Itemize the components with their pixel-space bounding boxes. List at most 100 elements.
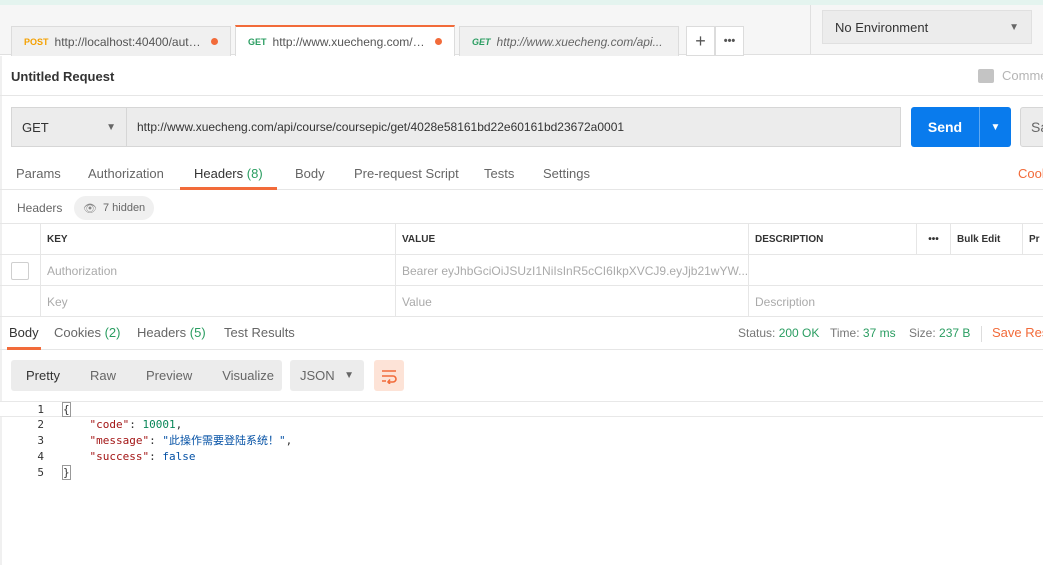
- view-raw-button[interactable]: Raw: [75, 360, 131, 391]
- http-method-value: GET: [22, 119, 49, 135]
- status-label: Status:: [738, 326, 776, 340]
- row-checkbox[interactable]: [11, 261, 29, 280]
- column-description: DESCRIPTION: [748, 224, 916, 255]
- tab-body[interactable]: Body: [295, 158, 325, 190]
- tab-label: Tests: [484, 166, 515, 181]
- presets-link[interactable]: Pr: [1022, 224, 1043, 255]
- add-tab-button[interactable]: +: [686, 26, 715, 56]
- chevron-down-icon: ▼: [344, 370, 354, 381]
- tab-label: Headers: [194, 166, 244, 181]
- tab-response-cookies[interactable]: Cookies (2): [54, 317, 120, 350]
- status-value[interactable]: 200 OK: [779, 326, 820, 340]
- view-pretty-button[interactable]: Pretty: [11, 360, 75, 391]
- eye-icon: 👁: [83, 202, 97, 215]
- status-readout: Status: 200 OK: [738, 317, 819, 349]
- view-mode-group: Pretty Raw Preview Visualize: [11, 360, 282, 391]
- key-placeholder[interactable]: Key: [40, 286, 395, 317]
- tab-method: POST: [24, 36, 49, 47]
- code-token: 10001: [142, 418, 176, 431]
- column-value: VALUE: [395, 224, 748, 255]
- headers-table: KEY VALUE DESCRIPTION ••• Bulk Edit Pr A…: [0, 223, 1043, 317]
- view-visualize-button[interactable]: Visualize: [207, 360, 289, 391]
- tab-response-body[interactable]: Body: [7, 317, 41, 350]
- description-placeholder[interactable]: Description: [748, 286, 1042, 317]
- tab-options-button[interactable]: •••: [715, 26, 744, 56]
- code-token: :: [149, 434, 163, 447]
- save-response-button[interactable]: Save Res: [992, 317, 1043, 349]
- http-method-select[interactable]: GET ▼: [11, 107, 127, 147]
- size-value[interactable]: 237 B: [939, 326, 970, 340]
- header-value-cell[interactable]: Bearer eyJhbGciOiJSUzI1NiIsInR5cCI6IkpXV…: [395, 255, 748, 286]
- url-input[interactable]: [126, 107, 901, 147]
- tab-count: (2): [104, 325, 121, 340]
- headers-label: Headers: [17, 201, 63, 215]
- tab-pre-request-script[interactable]: Pre-request Script: [354, 158, 459, 190]
- value-placeholder[interactable]: Value: [395, 286, 748, 317]
- request-tab-get-preview[interactable]: GET http://www.xuecheng.com/api...: [459, 26, 679, 56]
- line-number: 2: [37, 418, 44, 431]
- header-key-cell[interactable]: Authorization: [40, 255, 395, 286]
- code-line: 4 "success": false: [0, 449, 1043, 465]
- line-number: 1: [37, 403, 44, 416]
- tab-test-results[interactable]: Test Results: [224, 317, 295, 350]
- tab-label: Settings: [543, 166, 590, 181]
- environment-select[interactable]: No Environment ▼: [822, 10, 1032, 44]
- more-dots-icon[interactable]: •••: [916, 224, 950, 255]
- line-number: 4: [37, 450, 44, 463]
- more-dots-icon: •••: [723, 35, 736, 47]
- divider: [981, 326, 982, 342]
- tab-count: (5): [189, 325, 206, 340]
- tab-count: (8): [246, 166, 263, 181]
- cookies-link[interactable]: Cook: [1018, 158, 1043, 189]
- tab-method: GET: [248, 36, 267, 47]
- save-label: Sa: [1031, 119, 1043, 135]
- tab-label: Authorization: [88, 166, 164, 181]
- unsaved-dot-icon: [435, 38, 442, 45]
- chevron-down-icon[interactable]: ▼: [980, 122, 1011, 133]
- comments-button[interactable]: Comme: [978, 68, 1043, 83]
- code-token: "code": [89, 418, 130, 431]
- send-button[interactable]: Send ▼: [911, 107, 1011, 147]
- tab-params[interactable]: Params: [16, 158, 61, 190]
- size-label: Size:: [909, 326, 936, 340]
- tab-label: Headers: [137, 325, 187, 340]
- chevron-down-icon: ▼: [1009, 21, 1019, 33]
- request-tab-post[interactable]: POST http://localhost:40400/auth/o...: [11, 26, 231, 56]
- header-description-cell[interactable]: [748, 255, 1042, 286]
- view-preview-button[interactable]: Preview: [131, 360, 207, 391]
- code-token: ,: [285, 434, 293, 447]
- save-button[interactable]: Sa: [1020, 107, 1043, 147]
- plus-icon: +: [695, 30, 706, 51]
- tab-label: Params: [16, 166, 61, 181]
- time-readout: Time: 37 ms: [830, 317, 896, 349]
- response-body-editor[interactable]: 1 {2 "code": 10001, 3 "message": "此操作需要登陆系…: [0, 401, 1043, 565]
- tab-tests[interactable]: Tests: [484, 158, 514, 190]
- code-token: {: [62, 402, 71, 417]
- bulk-edit-link[interactable]: Bulk Edit: [950, 224, 1022, 255]
- format-select[interactable]: JSON ▼: [290, 360, 364, 391]
- chevron-down-icon: ▼: [106, 121, 116, 133]
- hidden-headers-toggle[interactable]: 👁 7 hidden: [74, 196, 155, 220]
- wrap-lines-button[interactable]: [374, 360, 404, 391]
- unsaved-dot-icon: [211, 38, 218, 45]
- code-token: "message": [89, 434, 150, 447]
- request-tab-get-active[interactable]: GET http://www.xuecheng.com/api/...: [235, 25, 455, 56]
- code-token: "success": [89, 450, 150, 463]
- time-label: Time:: [830, 326, 860, 340]
- time-value[interactable]: 37 ms: [863, 326, 896, 340]
- tab-label: Body: [295, 166, 325, 181]
- row-check-cell: [0, 286, 40, 317]
- request-title[interactable]: Untitled Request: [11, 69, 114, 84]
- tab-headers[interactable]: Headers (8): [180, 158, 277, 190]
- tab-authorization[interactable]: Authorization: [88, 158, 164, 190]
- code-line: 5}: [0, 465, 1043, 481]
- tab-response-headers[interactable]: Headers (5): [137, 317, 206, 350]
- line-number: 3: [37, 434, 44, 447]
- tab-url: http://localhost:40400/auth/o...: [54, 34, 205, 49]
- response-tabs: Body Cookies (2) Headers (5) Test Result…: [0, 317, 1043, 350]
- code-token: "此操作需要登陆系统！": [162, 434, 286, 447]
- tab-settings[interactable]: Settings: [543, 158, 590, 190]
- code-token: :: [149, 450, 163, 463]
